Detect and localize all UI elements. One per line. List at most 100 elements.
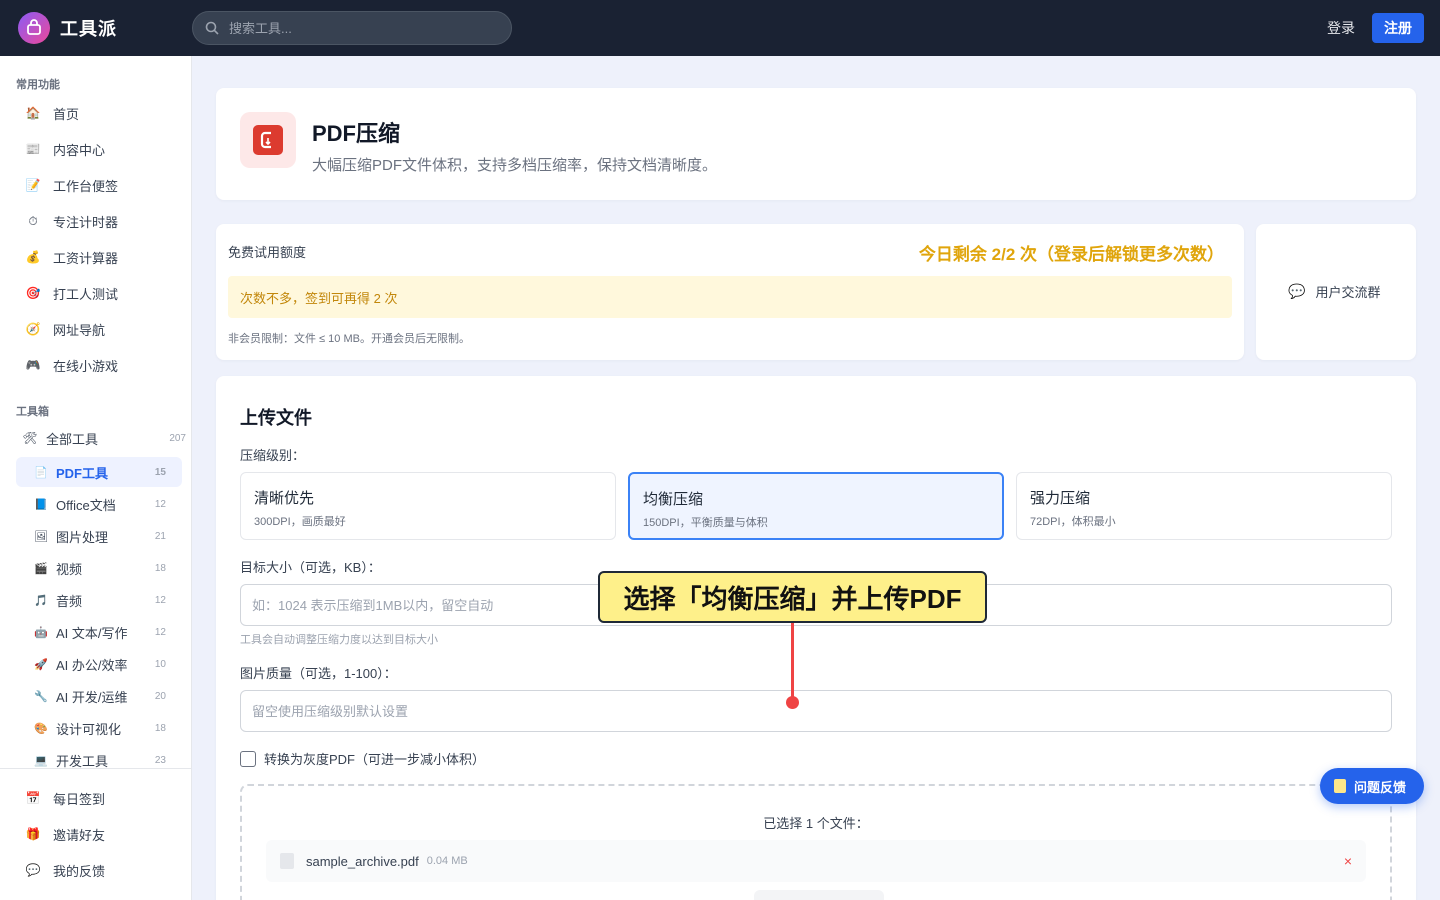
rocket-icon: 🚀 bbox=[34, 658, 48, 671]
speech-bubble-icon: 💬 bbox=[1288, 283, 1306, 299]
count-badge: 18 bbox=[154, 722, 166, 734]
quality-input[interactable] bbox=[252, 703, 1352, 719]
sidebar-item-stopwatch[interactable]: ⏱ 专注计时器 bbox=[16, 205, 184, 237]
sidebar-item-label: 邀请好友 bbox=[53, 827, 106, 843]
sidebar-item-label: 全部工具 bbox=[46, 431, 99, 447]
search-box[interactable] bbox=[192, 11, 512, 45]
sidebar-item-speech-bubble[interactable]: 💬 我的反馈 bbox=[16, 854, 184, 886]
sidebar-item-target[interactable]: 🎯 打工人测试 bbox=[16, 277, 184, 309]
file-size: 0.04 MB bbox=[426, 855, 468, 867]
callout-pointer-line bbox=[791, 623, 794, 700]
image-icon: 🖼 bbox=[34, 530, 48, 543]
level-title: 均衡压缩 bbox=[643, 491, 704, 508]
user-group-card[interactable]: 💬 用户交流群 bbox=[1256, 224, 1416, 360]
count-badge: 10 bbox=[154, 658, 166, 670]
upload-title: 上传文件 bbox=[240, 408, 312, 428]
level-option-clear[interactable]: 清晰优先 300DPI，画质最好 bbox=[240, 472, 616, 540]
quality-label: 图片质量（可选，1-100）： bbox=[240, 666, 397, 681]
sidebar-item-gamepad[interactable]: 🎮 在线小游戏 bbox=[16, 349, 184, 381]
wrench-icon: 🔧 bbox=[34, 690, 48, 703]
level-option-strong[interactable]: 强力压缩 72DPI，体积最小 bbox=[1016, 472, 1392, 540]
sidebar-category-label: 视频 bbox=[56, 561, 83, 577]
sidebar-item-calendar[interactable]: 📅 每日签到 bbox=[16, 782, 184, 814]
tool-header-card: PDF压缩 大幅压缩PDF文件体积，支持多档压缩率，保持文档清晰度。 bbox=[216, 88, 1416, 200]
sidebar-item-label: 工资计算器 bbox=[53, 250, 119, 266]
level-subtitle: 72DPI，体积最小 bbox=[1030, 516, 1116, 528]
computer-icon: 💻 bbox=[34, 754, 48, 767]
sidebar-category-rocket[interactable]: 🚀 AI 办公/效率 10 bbox=[16, 649, 182, 679]
sidebar-category-video[interactable]: 🎬 视频 18 bbox=[16, 553, 182, 583]
brand-logo-icon bbox=[18, 12, 50, 44]
quota-tip: 次数不多，签到可再得 2 次 bbox=[228, 276, 1232, 318]
register-button[interactable]: 注册 bbox=[1372, 13, 1424, 43]
sidebar-divider bbox=[0, 768, 192, 769]
brand-name: 工具派 bbox=[60, 19, 117, 39]
home-icon: 🏠 bbox=[25, 106, 41, 120]
sidebar-category-robot[interactable]: 🤖 AI 文本/写作 12 bbox=[16, 617, 182, 647]
feedback-button[interactable]: 问题反馈 bbox=[1320, 768, 1424, 804]
count-badge: 12 bbox=[154, 498, 166, 510]
sidebar-item-gift[interactable]: 🎁 邀请好友 bbox=[16, 818, 184, 850]
sidebar-category-computer[interactable]: 💻 开发工具 23 bbox=[16, 745, 182, 775]
target-size-hint: 工具会自动调整压缩力度以达到目标大小 bbox=[240, 634, 438, 646]
sidebar-item-label: 我的反馈 bbox=[53, 863, 106, 879]
sidebar-category-label: 图片处理 bbox=[56, 529, 109, 545]
sidebar-category-label: 设计可视化 bbox=[56, 721, 122, 737]
sidebar-category-label: AI 开发/运维 bbox=[56, 689, 128, 705]
level-subtitle: 300DPI，画质最好 bbox=[254, 516, 346, 528]
sidebar-section-toolbox: 工具箱 bbox=[16, 406, 49, 418]
sidebar-item-newspaper[interactable]: 📰 内容中心 bbox=[16, 133, 184, 165]
page-description: 大幅压缩PDF文件体积，支持多档压缩率，保持文档清晰度。 bbox=[312, 157, 718, 174]
sidebar: 常用功能 🏠 首页 📰 内容中心 📝 工作台便签 ⏱ 专注计时器 💰 工资计算器 🎯 打工人测试 🧭 网址… bbox=[0, 56, 192, 900]
newspaper-icon: 📰 bbox=[25, 142, 41, 156]
target-icon: 🎯 bbox=[25, 286, 41, 300]
sidebar-category-label: AI 文本/写作 bbox=[56, 625, 128, 641]
sidebar-category-label: AI 办公/效率 bbox=[56, 657, 128, 673]
search-input[interactable] bbox=[229, 20, 489, 36]
remove-file-button[interactable]: × bbox=[1344, 853, 1352, 869]
sidebar-category-label: PDF工具 bbox=[56, 465, 109, 481]
sidebar-category-office-doc[interactable]: 📘 Office文档 12 bbox=[16, 489, 182, 519]
level-label: 压缩级别： bbox=[240, 448, 306, 463]
sidebar-item-home[interactable]: 🏠 首页 bbox=[16, 97, 184, 129]
sidebar-item-all-tools[interactable]: 🛠 全部工具 207 bbox=[16, 423, 190, 453]
pdf-icon: 📄 bbox=[34, 466, 48, 479]
sidebar-category-music[interactable]: 🎵 音频 12 bbox=[16, 585, 182, 615]
file-dropzone[interactable]: 已选择 1 个文件： sample_archive.pdf 0.04 MB × bbox=[240, 784, 1392, 900]
tools-icon: 🛠 bbox=[22, 431, 38, 445]
speech-bubble-icon: 💬 bbox=[25, 863, 41, 877]
sidebar-item-note[interactable]: 📝 工作台便签 bbox=[16, 169, 184, 201]
sidebar-item-label: 内容中心 bbox=[53, 142, 106, 158]
quota-note: 非会员限制：文件 ≤ 10 MB。开通会员后无限制。 bbox=[228, 333, 470, 345]
grayscale-option[interactable]: 转换为灰度PDF（可进一步减小体积） bbox=[240, 749, 485, 768]
robot-icon: 🤖 bbox=[34, 626, 48, 639]
quota-card: 免费试用额度 今日剩余 2/2 次（登录后解锁更多次数） 次数不多，签到可再得 … bbox=[216, 224, 1244, 360]
login-link[interactable]: 登录 bbox=[1327, 18, 1355, 38]
brand-logo[interactable]: 工具派 bbox=[18, 12, 117, 44]
sidebar-section-common: 常用功能 bbox=[16, 79, 60, 91]
count-badge: 12 bbox=[154, 626, 166, 638]
sidebar-item-label: 在线小游戏 bbox=[53, 358, 119, 374]
count-badge: 20 bbox=[154, 690, 166, 702]
sidebar-item-compass[interactable]: 🧭 网址导航 bbox=[16, 313, 184, 345]
sidebar-item-label: 每日签到 bbox=[53, 791, 106, 807]
quality-field[interactable] bbox=[240, 690, 1392, 732]
grayscale-label: 转换为灰度PDF（可进一步减小体积） bbox=[264, 752, 486, 767]
file-item: sample_archive.pdf 0.04 MB × bbox=[266, 840, 1366, 882]
sidebar-item-money-bag[interactable]: 💰 工资计算器 bbox=[16, 241, 184, 273]
level-option-balanced[interactable]: 均衡压缩 150DPI，平衡质量与体积 bbox=[628, 472, 1004, 540]
document-icon bbox=[1334, 779, 1346, 793]
feedback-label: 问题反馈 bbox=[1354, 779, 1407, 795]
start-compress-button[interactable] bbox=[754, 890, 884, 900]
pdf-compress-icon bbox=[240, 112, 296, 168]
callout-pointer-dot bbox=[786, 696, 799, 709]
sidebar-category-wrench[interactable]: 🔧 AI 开发/运维 20 bbox=[16, 681, 182, 711]
selected-files-title: 已选择 1 个文件： bbox=[763, 816, 869, 831]
sidebar-item-label: 首页 bbox=[53, 106, 80, 122]
grayscale-checkbox[interactable] bbox=[240, 750, 256, 767]
page-title: PDF压缩 bbox=[312, 121, 401, 146]
sidebar-category-image[interactable]: 🖼 图片处理 21 bbox=[16, 521, 182, 551]
sidebar-category-pdf[interactable]: 📄 PDF工具 15 bbox=[16, 457, 182, 487]
sidebar-category-palette[interactable]: 🎨 设计可视化 18 bbox=[16, 713, 182, 743]
target-size-label: 目标大小（可选，KB）： bbox=[240, 560, 381, 575]
